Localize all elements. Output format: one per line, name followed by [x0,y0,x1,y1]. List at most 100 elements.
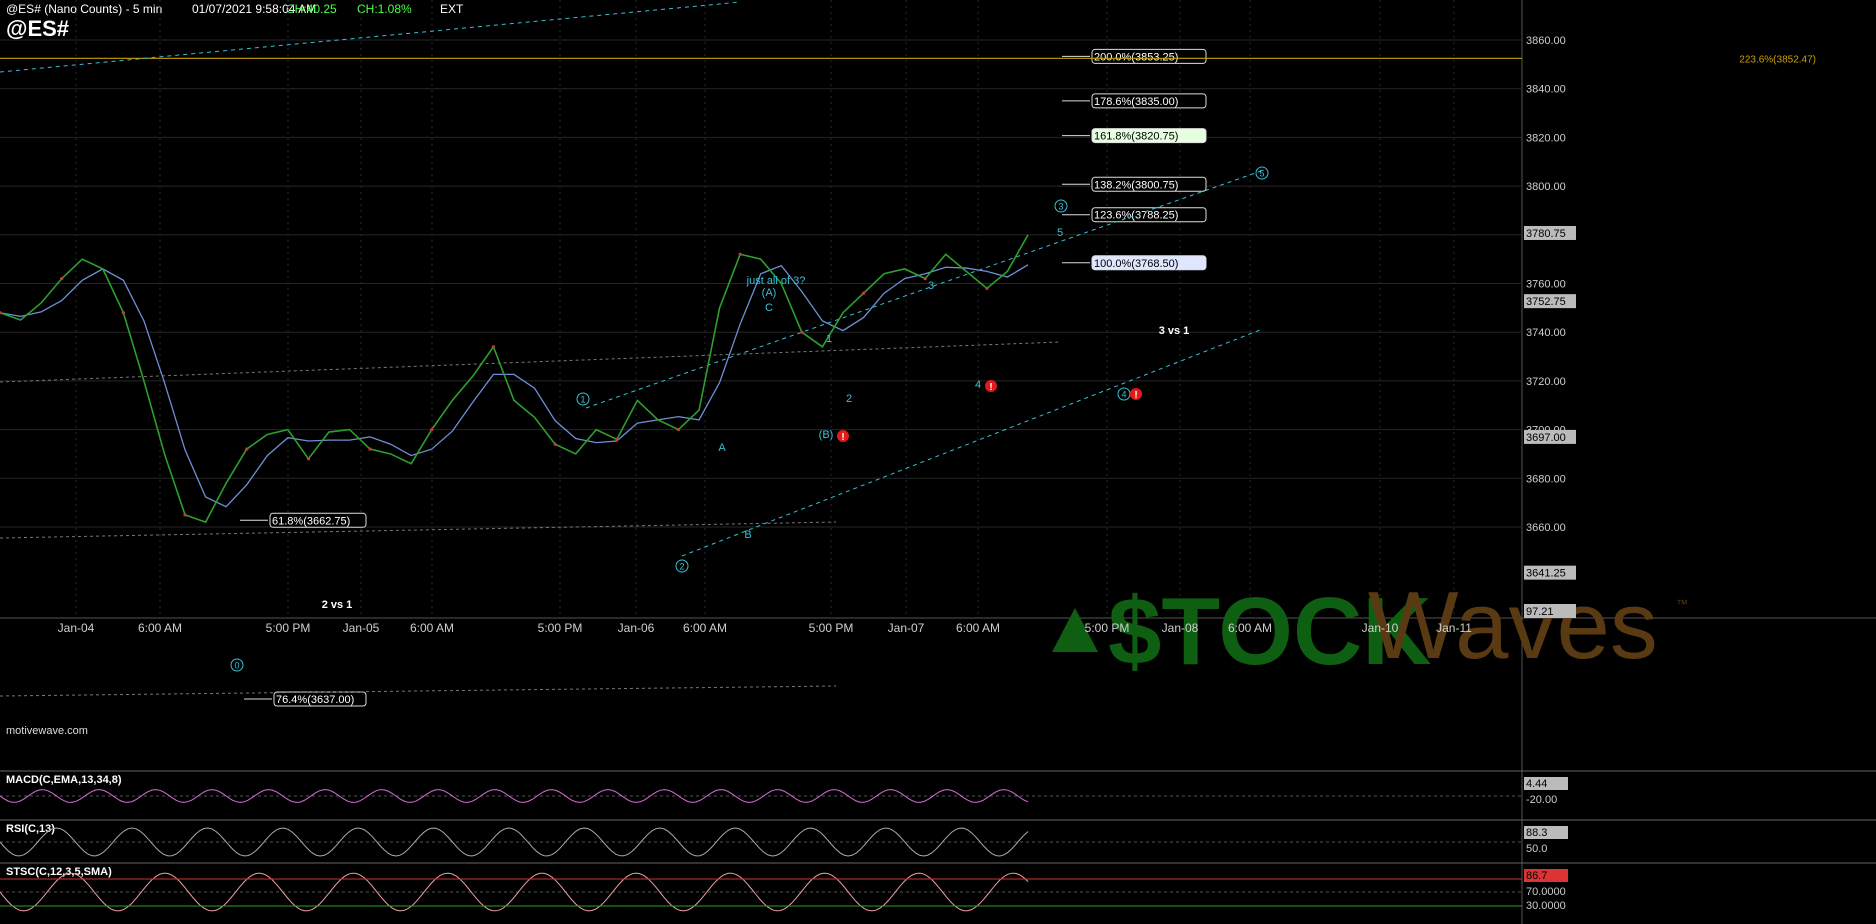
wave-annotation: 5 [1057,227,1063,239]
wave-annotation: just all of 3? [746,275,806,287]
wave-annotation: (B) [819,429,834,441]
price-axis[interactable]: 3860.003840.003820.003800.003780.003760.… [1524,35,1576,618]
y-tick-label: 3820.00 [1526,132,1566,144]
wave-annotation: 3 vs 1 [1159,325,1190,337]
fib-label: 100.0%(3768.50) [1094,258,1178,270]
wave-circle-label: 2 [679,562,684,572]
panel-level: 70.0000 [1526,886,1566,898]
price-point [183,513,187,517]
price-point [60,277,64,281]
panel-value: 4.44 [1526,778,1547,790]
x-tick-label: Jan-07 [888,621,925,635]
price-point [738,252,742,256]
price-point [923,277,927,281]
x-tick-label: Jan-08 [1162,621,1199,635]
price-marker-label: 3752.75 [1526,296,1566,308]
x-tick-label: 6:00 AM [138,621,182,635]
price-point [615,437,619,441]
price-point [491,345,496,349]
price-point [676,428,681,432]
alert-icon-glyph: ! [841,432,844,443]
price-point [368,447,372,451]
wave-circle-label: 3 [1058,202,1063,212]
y-tick-label: 3740.00 [1526,327,1566,339]
moving-average-line [0,264,1029,508]
x-tick-label: Jan-10 [1362,621,1399,635]
x-tick-label: Jan-11 [1436,621,1472,635]
x-tick-label: 6:00 AM [683,621,727,635]
y-tick-label: 3760.00 [1526,279,1566,291]
x-tick-label: 5:00 PM [538,621,583,635]
wave-annotation: 3 [928,280,934,292]
fib-label: 76.4%(3637.00) [276,694,354,706]
price-marker-label: 3697.00 [1526,432,1566,444]
price-point [430,428,434,432]
price-marker-label: 97.21 [1526,606,1554,618]
panel-label: STSC(C,12,3,5,SMA) [6,866,112,878]
wave-circle-label: 5 [1259,169,1264,179]
price-marker-label: 3780.75 [1526,228,1566,240]
wave-annotation: C [765,302,773,314]
price-line [0,234,1029,524]
x-tick-label: 6:00 AM [410,621,454,635]
stoch-lower-level: 30.0000 [1526,900,1566,912]
wave-annotation: (A) [762,287,777,299]
wave-annotation: 1 [826,333,832,345]
price-marker-label: 3641.25 [1526,568,1566,580]
price-point [553,442,557,446]
price-point [861,291,866,295]
price-point [121,311,125,315]
y-tick-label: 3860.00 [1526,35,1566,47]
panel-label: RSI(C,13) [6,823,55,835]
wave-annotation: 2 vs 1 [322,599,353,611]
y-tick-label: 3680.00 [1526,473,1566,485]
y-tick-label: 3800.00 [1526,181,1566,193]
panel-value: 88.3 [1526,827,1547,839]
watermark-tm: ™ [1676,597,1688,611]
wave-circle-label: 1 [580,395,585,405]
price-point [800,330,804,334]
panel-level: 50.0 [1526,843,1547,855]
fib-label-gold: 223.6%(3852.47) [1739,54,1816,65]
panel-label: MACD(C,EMA,13,34,8) [6,774,122,786]
chart-canvas[interactable]: $TOCK Waves ™ 200.0%(3853.25)178.6%(3835… [0,0,1876,924]
panel-line [0,789,1029,803]
y-tick-label: 3660.00 [1526,522,1566,534]
y-tick-label: 3840.00 [1526,84,1566,96]
wave-annotation: 4 [975,379,981,391]
wave-annotation: A [718,442,726,454]
trend-channels [0,1,1265,697]
source-label: motivewave.com [6,725,88,737]
price-point [306,457,310,461]
x-tick-label: Jan-04 [58,621,95,635]
y-tick-label: 3720.00 [1526,376,1566,388]
panel-level: -20.00 [1526,794,1557,806]
x-tick-label: Jan-06 [618,621,655,635]
price-point [245,447,249,451]
wave-circle-label: 4 [1121,390,1126,400]
x-tick-label: 5:00 PM [809,621,854,635]
alert-icon-glyph: ! [989,382,992,393]
wave-annotation: B [744,529,751,541]
x-tick-label: 6:00 AM [956,621,1000,635]
fib-label: 161.8%(3820.75) [1094,131,1178,143]
fib-label: 61.8%(3662.75) [272,515,350,527]
fib-label: 178.6%(3835.00) [1094,96,1178,108]
grid-lines [0,0,1876,924]
wave-circle-label: 0 [234,661,239,671]
wave-annotation: 2 [846,393,852,405]
x-tick-label: 6:00 AM [1228,621,1272,635]
time-axis[interactable]: Jan-04 6:00 AM 5:00 PM Jan-05 6:00 AM 5:00 PM… [58,621,1473,635]
fib-label: 138.2%(3800.75) [1094,179,1178,191]
price-series [0,234,1029,524]
panel-value: 86.7 [1526,870,1547,882]
fib-label: 123.6%(3788.25) [1094,210,1178,222]
x-tick-label: 5:00 PM [1085,621,1130,635]
price-point [985,286,989,290]
watermark-waves-text: Waves [1368,572,1658,679]
indicator-panels: MACD(C,EMA,13,34,8) 4.44 -20.00 RSI(C,13) 88… [0,770,1876,912]
x-tick-label: Jan-05 [343,621,380,635]
alert-icon-glyph: ! [1134,390,1137,401]
x-tick-label: 5:00 PM [266,621,311,635]
panel-line [0,827,1029,857]
